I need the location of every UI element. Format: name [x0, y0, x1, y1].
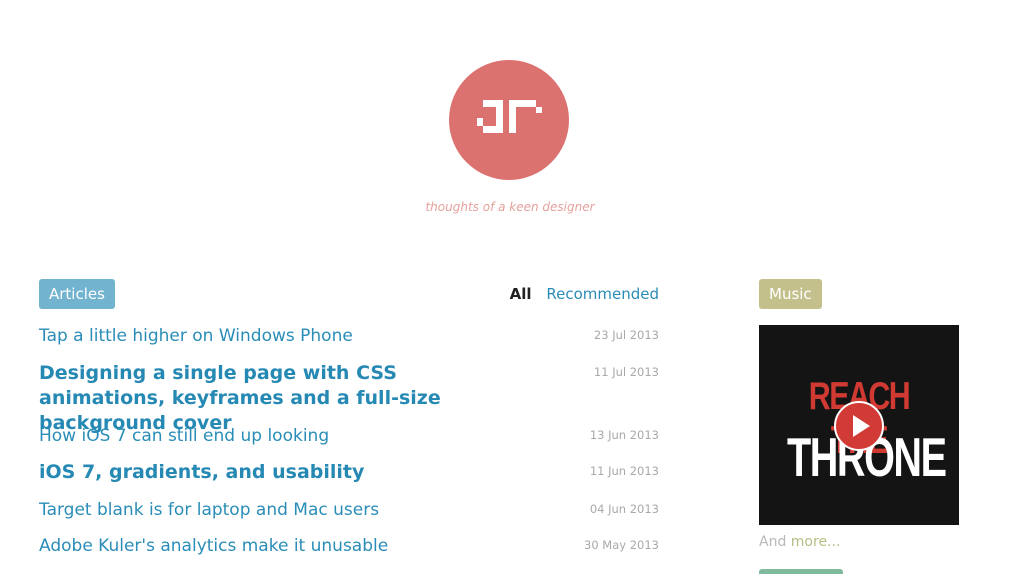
site-logo[interactable] [449, 60, 569, 180]
article-title-link[interactable]: How iOS 7 can still end up looking [39, 424, 509, 449]
article-item: How iOS 7 can still end up looking 13 Ju… [39, 424, 659, 449]
article-title-link[interactable]: Tap a little higher on Windows Phone [39, 324, 509, 349]
filter-all-link[interactable]: All [510, 285, 532, 303]
article-date: 30 May 2013 [584, 538, 659, 552]
article-date: 23 Jul 2013 [593, 328, 659, 342]
article-filters: All Recommended [510, 285, 659, 303]
article-date: 11 Jun 2013 [589, 464, 659, 478]
article-item: Tap a little higher on Windows Phone 23 … [39, 324, 659, 349]
article-title-link[interactable]: Adobe Kuler's analytics make it unusable [39, 534, 509, 559]
next-section-badge [759, 569, 843, 574]
filter-recommended-link[interactable]: Recommended [546, 285, 659, 303]
play-icon[interactable] [834, 401, 884, 451]
jr-monogram-icon [477, 100, 542, 133]
article-item: iOS 7, gradients, and usability 11 Jun 2… [39, 460, 659, 485]
article-date: 11 Jul 2013 [593, 365, 659, 379]
music-more: And more... [759, 534, 840, 550]
article-item: Adobe Kuler's analytics make it unusable… [39, 534, 659, 559]
article-title-link[interactable]: Target blank is for laptop and Mac users [39, 498, 509, 523]
article-date: 13 Jun 2013 [589, 428, 659, 442]
article-title-link[interactable]: iOS 7, gradients, and usability [39, 460, 509, 485]
more-music-link[interactable]: more... [791, 534, 841, 550]
album-cover[interactable]: REACH THE THRONE [759, 325, 959, 525]
more-prefix: And [759, 534, 791, 550]
music-badge: Music [759, 279, 822, 309]
page: thoughts of a keen designer Articles All… [0, 0, 1020, 574]
article-date: 04 Jun 2013 [589, 502, 659, 516]
articles-badge: Articles [39, 279, 115, 309]
article-item: Target blank is for laptop and Mac users… [39, 498, 659, 523]
site-tagline: thoughts of a keen designer [425, 200, 595, 214]
